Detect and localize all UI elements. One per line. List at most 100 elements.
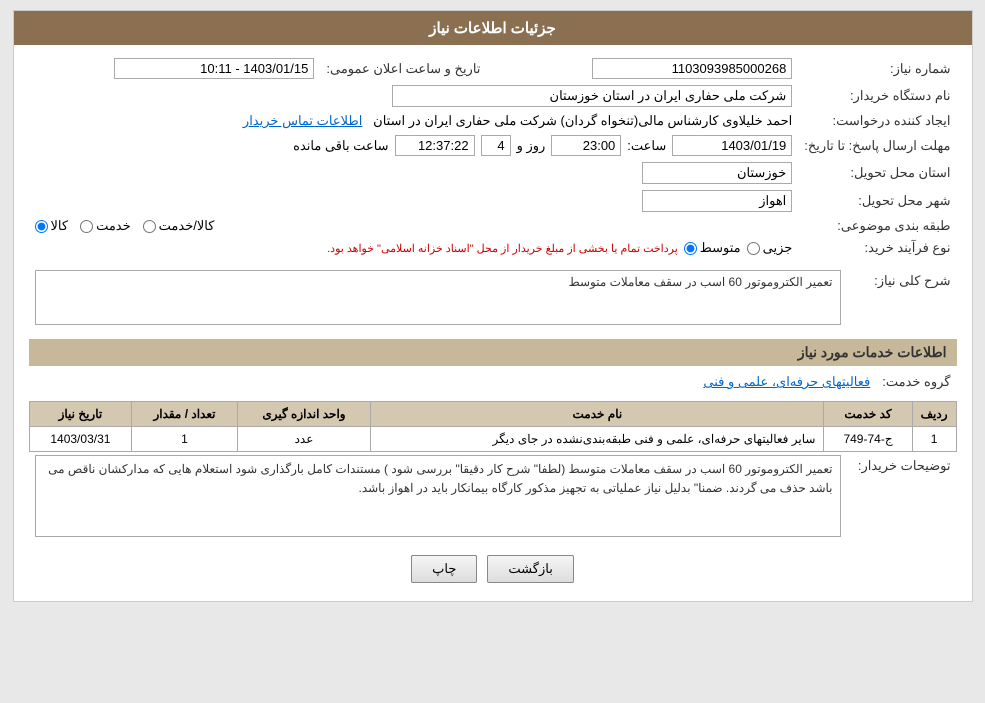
buyer-desc-label: توضیحات خریدار: xyxy=(847,452,957,543)
purchase-jozei-label: جزیی xyxy=(763,240,793,256)
cell-name: سایر فعالیتهای حرفه‌ای، علمی و فنی طبقه‌… xyxy=(371,427,824,452)
province-label: استان محل تحویل: xyxy=(798,159,956,187)
col-date: تاریخ نیاز xyxy=(29,402,132,427)
buttons-row: بازگشت چاپ xyxy=(29,555,957,583)
deadline-days-input: 4 xyxy=(481,135,511,156)
creator-label: ایجاد کننده درخواست: xyxy=(798,110,956,132)
buyer-org-input: شرکت ملی حفاری ایران در استان خوزستان xyxy=(392,85,792,107)
deadline-remaining-label: ساعت باقی مانده xyxy=(293,138,388,154)
service-group-value: فعالیتهای حرفه‌ای، علمی و فنی xyxy=(29,371,877,393)
need-number-input: 1103093985000268 xyxy=(592,58,792,79)
creator-value: احمد خلیلاوی کارشناس مالی(تنخواه گردان) … xyxy=(29,110,799,132)
buyer-org-label: نام دستگاه خریدار: xyxy=(798,82,956,110)
city-row: شهر محل تحویل: اهواز xyxy=(29,187,957,215)
services-section-title: اطلاعات خدمات مورد نیاز xyxy=(29,339,957,366)
announce-date-input: 1403/01/15 - 10:11 xyxy=(114,58,314,79)
category-kala-khedmat-radio[interactable] xyxy=(143,220,156,233)
col-row-num: ردیف xyxy=(912,402,956,427)
province-value: خوزستان xyxy=(29,159,799,187)
need-desc-table: شرح کلی نیاز: تعمیر الکتروموتور 60 اسب د… xyxy=(29,267,957,331)
category-value: کالا خدمت کالا/خدمت xyxy=(29,215,799,237)
city-input: اهواز xyxy=(642,190,792,212)
col-name: نام خدمت xyxy=(371,402,824,427)
buyer-desc-value: تعمیر الکتروموتور 60 اسب در سقف معاملات … xyxy=(29,452,847,543)
deadline-time-label: ساعت: xyxy=(627,138,666,154)
need-desc-container: تعمیر الکتروموتور 60 اسب در سقف معاملات … xyxy=(35,270,841,328)
buyer-desc-row: توضیحات خریدار: تعمیر الکتروموتور 60 اسب… xyxy=(29,452,957,543)
purchase-mottaset-radio[interactable] xyxy=(684,242,697,255)
category-row: طبقه بندی موضوعی: کالا خدمت کالا/خدمت xyxy=(29,215,957,237)
city-label: شهر محل تحویل: xyxy=(798,187,956,215)
deadline-remaining-input: 12:37:22 xyxy=(395,135,475,156)
content-area: شماره نیاز: 1103093985000268 تاریخ و ساع… xyxy=(14,45,972,601)
need-desc-textarea xyxy=(35,270,841,325)
need-desc-label: شرح کلی نیاز: xyxy=(847,267,957,331)
purchase-type-value: جزیی متوسط پرداخت تمام یا بخشی از مبلغ خ… xyxy=(29,237,799,259)
deadline-day-label: روز و xyxy=(517,138,546,154)
services-table: ردیف کد خدمت نام خدمت واحد اندازه گیری ت… xyxy=(29,401,957,452)
service-group-label: گروه خدمت: xyxy=(876,371,956,393)
purchase-row-flex: جزیی متوسط پرداخت تمام یا بخشی از مبلغ خ… xyxy=(35,240,793,256)
buyer-desc-table: توضیحات خریدار: تعمیر الکتروموتور 60 اسب… xyxy=(29,452,957,543)
creator-text: احمد خلیلاوی کارشناس مالی(تنخواه گردان) … xyxy=(373,113,792,128)
buyer-org-row: نام دستگاه خریدار: شرکت ملی حفاری ایران … xyxy=(29,82,957,110)
page-title: جزئیات اطلاعات نیاز xyxy=(429,20,556,37)
category-kala-label: کالا xyxy=(51,218,69,234)
cell-row-num: 1 xyxy=(912,427,956,452)
purchase-type-label: نوع فرآیند خرید: xyxy=(798,237,956,259)
deadline-time-input: 23:00 xyxy=(551,135,621,156)
category-kala-radio[interactable] xyxy=(35,220,48,233)
contact-info-link[interactable]: اطلاعات تماس خریدار xyxy=(243,113,362,128)
category-khedmat-item[interactable]: خدمت xyxy=(80,218,131,234)
main-container: جزئیات اطلاعات نیاز شماره نیاز: 11030939… xyxy=(13,10,973,602)
announce-date-value: 1403/01/15 - 10:11 xyxy=(29,55,321,82)
services-table-header-row: ردیف کد خدمت نام خدمت واحد اندازه گیری ت… xyxy=(29,402,956,427)
deadline-row-flex: 1403/01/19 ساعت: 23:00 روز و 4 12:37:22 … xyxy=(35,135,793,156)
buyer-desc-textarea xyxy=(35,455,841,537)
need-desc-value: تعمیر الکتروموتور 60 اسب در سقف معاملات … xyxy=(29,267,847,331)
purchase-mottaset-item[interactable]: متوسط xyxy=(684,240,741,256)
services-table-head: ردیف کد خدمت نام خدمت واحد اندازه گیری ت… xyxy=(29,402,956,427)
city-value: اهواز xyxy=(29,187,799,215)
need-number-label: شماره نیاز: xyxy=(798,55,956,82)
cell-date: 1403/03/31 xyxy=(29,427,132,452)
print-button[interactable]: چاپ xyxy=(411,555,477,583)
announce-date-label: تاریخ و ساعت اعلان عمومی: xyxy=(320,55,486,82)
buyer-org-value: شرکت ملی حفاری ایران در استان خوزستان xyxy=(29,82,799,110)
province-row: استان محل تحویل: خوزستان xyxy=(29,159,957,187)
service-group-table: گروه خدمت: فعالیتهای حرفه‌ای، علمی و فنی xyxy=(29,371,957,393)
category-khedmat-radio[interactable] xyxy=(80,220,93,233)
purchase-jozei-radio[interactable] xyxy=(747,242,760,255)
category-label: طبقه بندی موضوعی: xyxy=(798,215,956,237)
cell-count: 1 xyxy=(132,427,237,452)
category-kala-khedmat-label: کالا/خدمت xyxy=(159,218,215,234)
service-group-link[interactable]: فعالیتهای حرفه‌ای، علمی و فنی xyxy=(703,374,870,389)
purchase-note: پرداخت تمام یا بخشی از مبلغ خریدار از مح… xyxy=(327,242,678,255)
creator-row: ایجاد کننده درخواست: احمد خلیلاوی کارشنا… xyxy=(29,110,957,132)
purchase-mottaset-label: متوسط xyxy=(700,240,741,256)
cell-unit: عدد xyxy=(237,427,371,452)
category-kala-khedmat-item[interactable]: کالا/خدمت xyxy=(143,218,215,234)
category-kala-item[interactable]: کالا xyxy=(35,218,69,234)
need-desc-row: شرح کلی نیاز: تعمیر الکتروموتور 60 اسب د… xyxy=(29,267,957,331)
buyer-desc-container: تعمیر الکتروموتور 60 اسب در سقف معاملات … xyxy=(35,455,841,540)
col-count: تعداد / مقدار xyxy=(132,402,237,427)
deadline-label: مهلت ارسال پاسخ: تا تاریخ: xyxy=(798,132,956,159)
need-number-row: شماره نیاز: 1103093985000268 تاریخ و ساع… xyxy=(29,55,957,82)
category-khedmat-label: خدمت xyxy=(96,218,131,234)
col-unit: واحد اندازه گیری xyxy=(237,402,371,427)
cell-code: ج-74-749 xyxy=(824,427,912,452)
back-button[interactable]: بازگشت xyxy=(487,555,573,583)
category-radio-group: کالا خدمت کالا/خدمت xyxy=(35,218,793,234)
services-table-body: 1 ج-74-749 سایر فعالیتهای حرفه‌ای، علمی … xyxy=(29,427,956,452)
purchase-jozei-item[interactable]: جزیی xyxy=(747,240,793,256)
purchase-type-row: نوع فرآیند خرید: جزیی متوسط پرداخت تمام … xyxy=(29,237,957,259)
province-input: خوزستان xyxy=(642,162,792,184)
deadline-row: مهلت ارسال پاسخ: تا تاریخ: 1403/01/19 سا… xyxy=(29,132,957,159)
table-row: 1 ج-74-749 سایر فعالیتهای حرفه‌ای، علمی … xyxy=(29,427,956,452)
page-header: جزئیات اطلاعات نیاز xyxy=(14,11,972,45)
need-number-value: 1103093985000268 xyxy=(506,55,798,82)
deadline-date-input: 1403/01/19 xyxy=(672,135,792,156)
info-table: شماره نیاز: 1103093985000268 تاریخ و ساع… xyxy=(29,55,957,259)
deadline-value: 1403/01/19 ساعت: 23:00 روز و 4 12:37:22 … xyxy=(29,132,799,159)
